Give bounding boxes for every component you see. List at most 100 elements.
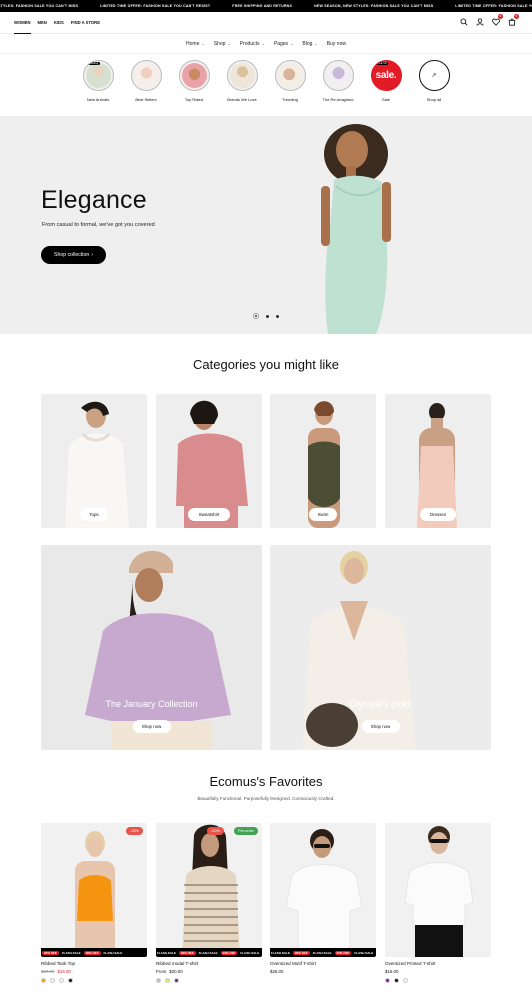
nav-label: Products [239,40,260,47]
story-trending[interactable]: Trending [268,60,312,108]
color-swatch[interactable] [394,978,399,983]
announcement-text: LIMITED TIME OFFER: FASHION SALE YOU CAN… [100,4,211,8]
story-label: Brands We Love [227,97,257,102]
story-reimagined[interactable]: The Re-Imagined [316,60,360,108]
topnav-women[interactable]: WOMEN [14,12,31,34]
category-card-tops[interactable]: Tops [41,394,147,528]
product-name[interactable]: Oversized Printed T-shirt [385,961,491,966]
wishlist-icon[interactable]: 0 [491,14,503,26]
ticker-item: FLASH SALE [271,950,290,955]
category-card-swim[interactable]: Swim [270,394,376,528]
hero-subtitle: From casual to formal, we've got you cov… [42,222,155,228]
story-label: Best Sellers [135,97,157,102]
product-image[interactable]: -20% Pre-order FLASH SALE 20% OFF FLASH … [156,823,262,957]
search-icon[interactable] [459,17,468,26]
flash-sale-ticker: FLASH SALE 20% OFF FLASH SALE 20% OFF FL… [156,948,262,957]
story-shop-all[interactable]: ↗ Shop all [412,60,456,108]
carousel-dot[interactable] [276,314,279,318]
product-name[interactable]: Oversized Motif T-shirt [270,961,376,966]
story-image: SALE UP sale. [370,60,402,91]
story-image [178,60,210,91]
favorites-title: Ecomus's Favorites [209,774,323,789]
topnav-kids[interactable]: KIDS [54,12,64,34]
shop-now-button[interactable]: Shop now [132,720,171,733]
nav-shop[interactable]: Shop ⌄ [214,41,231,47]
product-card[interactable]: -20% Pre-order FLASH SALE 20% OFF FLASH … [156,823,262,983]
main-navigation: Home ⌄ Shop ⌄ Products ⌄ Pages ⌄ Blog ⌄ Buy n… [0,34,532,54]
original-price: $20.00 [41,969,55,974]
chevron-down-icon: ⌄ [290,41,294,46]
topnav-men[interactable]: MEN [38,12,47,34]
categories-title: Categories you might like [193,357,339,372]
product-card[interactable]: FLASH SALE 20% OFF FLASH SALE 20% OFF FL… [270,823,376,974]
category-card-dresses[interactable]: Dresses [385,394,491,528]
nav-blog[interactable]: Blog ⌄ [302,41,317,47]
chevron-down-icon: ⌄ [261,41,265,46]
product-photo [75,831,115,957]
ticker-item: 20% OFF [334,950,352,955]
color-swatch[interactable] [59,978,64,983]
chevron-down-icon: ⌄ [227,41,231,46]
product-name[interactable]: Ribbed modal T-shirt [156,961,262,966]
top-header: WOMEN MEN KIDS FIND A STORE 0 0 [0,12,532,34]
ticker-item: FLASH SALE [103,950,123,955]
color-swatch[interactable] [41,978,46,983]
topnav-find-store[interactable]: FIND A STORE [71,12,100,34]
cart-icon[interactable]: 0 [507,14,519,26]
color-swatch[interactable] [174,978,179,983]
feature-card-january[interactable]: The January Collection Shop now [41,545,262,750]
nav-products[interactable]: Products ⌄ [240,41,265,47]
announcement-text: STYLES: FASHION SALE YOU CAN'T MISS [0,4,79,8]
story-label: New Arrivals [86,97,110,102]
story-top-rated[interactable]: Top Rated [172,60,216,108]
button-label: Shop collection [54,252,90,258]
story-brands[interactable]: Brands We Love [220,60,264,108]
product-photo [404,826,474,957]
ticker-item: 20% OFF [83,950,101,955]
story-image: Trending [82,60,114,91]
story-image: ↗ [418,60,450,91]
chevron-down-icon: ⌄ [314,41,318,46]
product-price: $25.00 [270,969,376,974]
ticker-item: 20% OFF [42,950,59,955]
product-photo [182,824,240,957]
feature-card-olympia[interactable]: Olympia's picks Shop now [270,545,491,750]
product-image[interactable] [385,823,491,957]
product-image[interactable]: -33% 20% OFF FLASH SALE 20% OFF FLASH SA… [41,823,147,957]
category-pill[interactable]: Sweatshirt [188,508,230,521]
announcement-text: FREE SHIPPING AND RETURNS [232,4,293,8]
color-swatch[interactable] [50,978,55,983]
story-label: Sale [381,97,390,102]
product-name[interactable]: Ribbed Tank Top [41,961,147,966]
nav-label: Buy now [326,40,346,47]
product-image[interactable]: FLASH SALE 20% OFF FLASH SALE 20% OFF FL… [270,823,376,957]
story-image [226,60,258,91]
carousel-dot[interactable] [266,314,269,318]
color-swatch[interactable] [403,978,408,983]
nav-buy-now[interactable]: Buy now [327,41,346,47]
nav-pages[interactable]: Pages ⌄ [274,41,294,47]
story-sale[interactable]: SALE UP sale. Sale [364,60,408,108]
announcement-bar: STYLES: FASHION SALE YOU CAN'T MISS LIMI… [0,0,532,12]
color-swatch[interactable] [156,978,161,983]
category-pill[interactable]: Dresses [420,508,456,521]
hero-banner: Elegance From casual to formal, we've go… [0,116,532,334]
chevron-right-icon: › [91,252,93,258]
category-pill[interactable]: Swim [309,508,337,521]
color-swatch[interactable] [68,978,73,983]
category-pill[interactable]: Tops [80,508,108,521]
product-card[interactable]: Oversized Printed T-shirt $16.00 [385,823,491,983]
color-swatch[interactable] [385,978,390,983]
account-icon[interactable] [475,17,484,26]
sale-price: $16.00 [57,969,71,974]
shop-now-button[interactable]: Shop now [361,720,400,733]
color-swatch[interactable] [165,978,170,983]
nav-home[interactable]: Home ⌄ [186,41,205,47]
story-new-arrivals[interactable]: Trending New Arrivals [76,60,120,108]
product-card[interactable]: -33% 20% OFF FLASH SALE 20% OFF FLASH SA… [41,823,147,983]
carousel-dot[interactable] [253,313,259,319]
category-card-sweatshirt[interactable]: Sweatshirt [156,394,262,528]
ticker-item: FLASH SALE [354,950,374,955]
story-best-sellers[interactable]: Best Sellers [124,60,168,108]
shop-collection-button[interactable]: Shop collection › [41,246,106,264]
